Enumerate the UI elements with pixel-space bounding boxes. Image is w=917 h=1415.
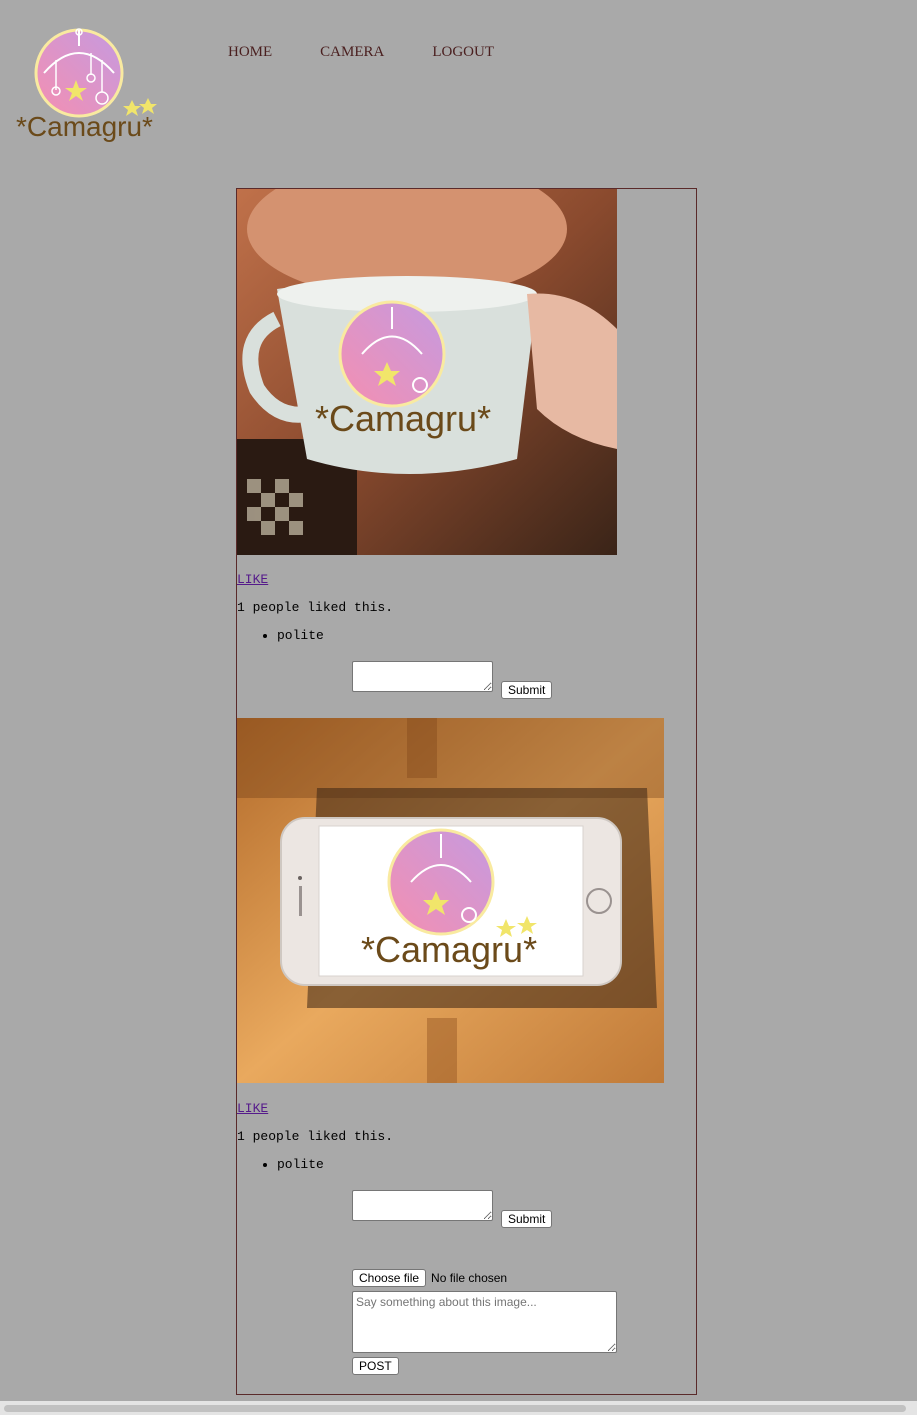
logo-wordmark: *Camagru*	[16, 111, 153, 142]
comment-list: polite	[261, 1157, 324, 1173]
comment-item: polite	[277, 628, 324, 644]
post-image: *Camagru*	[237, 718, 664, 1083]
comment-input[interactable]	[352, 1190, 493, 1221]
main-nav: HOME CAMERA LOGOUT	[228, 44, 542, 61]
comment-list: polite	[261, 628, 324, 644]
post-button[interactable]: POST	[352, 1357, 399, 1375]
like-link[interactable]: LIKE	[237, 572, 268, 587]
horizontal-scrollbar[interactable]	[0, 1401, 917, 1415]
camagru-logo-icon: *Camagru*	[16, 28, 157, 142]
nav-camera-link[interactable]: CAMERA	[320, 44, 384, 61]
submit-comment-button[interactable]: Submit	[501, 681, 553, 699]
comment-item: polite	[277, 1157, 324, 1173]
submit-comment-button[interactable]: Submit	[501, 1210, 553, 1228]
comment-input[interactable]	[352, 661, 493, 692]
like-link[interactable]: LIKE	[237, 1101, 268, 1116]
likes-count: 1 people liked this.	[237, 600, 394, 615]
phone-logo-wordmark: *Camagru*	[361, 929, 537, 970]
scrollbar-thumb[interactable]	[4, 1405, 906, 1412]
caption-input[interactable]	[352, 1291, 617, 1353]
mug-logo-wordmark: *Camagru*	[315, 398, 491, 439]
post-image: *Camagru*	[237, 189, 617, 555]
choose-file-button[interactable]: Choose file	[352, 1269, 427, 1287]
no-file-label: No file chosen	[431, 1271, 508, 1285]
gallery-container: *Camagru* LIKE 1 people liked this. poli…	[236, 188, 697, 1395]
site-logo[interactable]: *Camagru*	[14, 28, 160, 150]
file-picker: Choose file No file chosen	[352, 1269, 507, 1287]
gallery-post: *Camagru* LIKE 1 people liked this. poli…	[237, 189, 696, 704]
nav-logout-link[interactable]: LOGOUT	[432, 44, 494, 61]
gallery-post: *Camagru* LIKE 1 people liked this. poli…	[237, 718, 696, 1233]
nav-home-link[interactable]: HOME	[228, 44, 272, 61]
likes-count: 1 people liked this.	[237, 1129, 394, 1144]
